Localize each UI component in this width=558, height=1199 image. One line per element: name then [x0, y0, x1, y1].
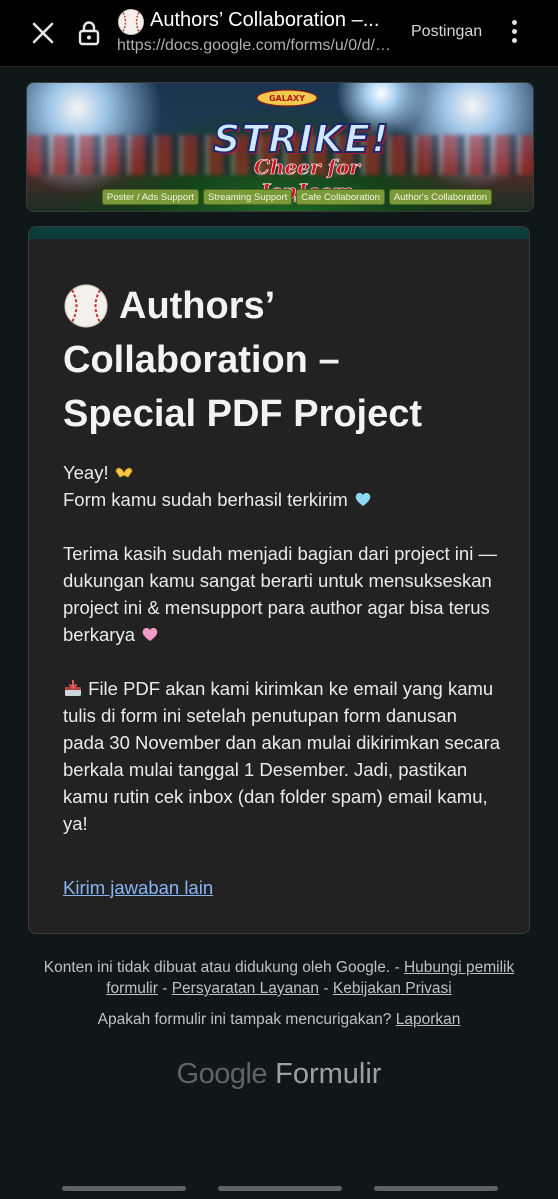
banner-tab-poster: Poster / Ads Support	[101, 189, 200, 205]
submit-another-response-link[interactable]: Kirim jawaban lain	[63, 877, 213, 899]
close-icon[interactable]	[30, 20, 56, 46]
light-blue-heart-icon	[355, 492, 371, 506]
browser-toolbar: Authors’ Collaboration –... https://docs…	[0, 0, 558, 67]
galaxy-logo: GALAXY	[256, 89, 318, 107]
system-navigation-bar	[0, 1180, 558, 1199]
privacy-policy-link[interactable]: Kebijakan Privasi	[333, 980, 452, 997]
svg-text:GALAXY: GALAXY	[269, 94, 305, 103]
terms-of-service-link[interactable]: Persyaratan Layanan	[172, 980, 319, 997]
inbox-tray-icon	[65, 680, 81, 696]
form-title-line2: Collaboration –	[63, 339, 340, 381]
nav-home-handle[interactable]	[218, 1186, 342, 1191]
footer-disclaimer: Konten ini tidak dibuat atau didukung ol…	[43, 959, 515, 997]
banner-tab-cafe: Cafe Collaboration	[296, 189, 385, 205]
baseball-icon	[118, 9, 144, 35]
form-header-banner: GALAXY STRIKE! Cheer for JenJaem Poster …	[26, 82, 534, 212]
url-bar[interactable]: https://docs.google.com/forms/u/0/d/e...	[117, 37, 397, 55]
report-link[interactable]: Laporkan	[396, 1011, 461, 1028]
form-title-line1: Authors’	[119, 285, 276, 327]
banner-tab-list: Poster / Ads Support Streaming Support C…	[87, 189, 507, 205]
banner-tab-streaming: Streaming Support	[203, 189, 293, 205]
greeting-text: Yeay!	[63, 462, 109, 483]
page-title: Authors’ Collaboration –...	[150, 9, 380, 31]
confirmation-card: Authors’ Collaboration – Special PDF Pro…	[28, 226, 530, 934]
heart-hands-icon	[115, 467, 133, 478]
pink-heart-icon	[142, 627, 158, 641]
nav-back-handle[interactable]	[62, 1186, 186, 1191]
more-options-icon[interactable]	[504, 20, 524, 48]
pdf-info-text: File PDF akan kami kirimkan ke email yan…	[63, 678, 501, 834]
google-wordmark: Google	[176, 1058, 268, 1090]
submitted-text: Form kamu sudah berhasil terkirim	[63, 489, 348, 510]
report-row: Apakah formulir ini tampak mencurigakan?…	[40, 1011, 518, 1029]
formulir-wordmark: Formulir	[275, 1058, 382, 1090]
card-accent-bar	[29, 227, 529, 239]
form-title: Authors’ Collaboration – Special PDF Pro…	[63, 279, 503, 441]
thank-you-text: Terima kasih sudah menjadi bagian dari p…	[63, 543, 497, 645]
google-forms-logo[interactable]: Google Formulir	[0, 1058, 558, 1091]
banner-tab-authors: Author's Collaboration	[388, 189, 493, 205]
lock-icon[interactable]	[77, 20, 101, 46]
nav-recents-handle[interactable]	[374, 1186, 498, 1191]
form-title-line3: Special PDF Project	[63, 393, 423, 435]
share-button[interactable]: Postingan	[411, 23, 482, 41]
suspicious-text: Apakah formulir ini tampak mencurigakan?	[97, 1011, 392, 1028]
disclaimer-text: Konten ini tidak dibuat atau didukung ol…	[43, 959, 400, 976]
confirmation-message: Yeay! Form kamu sudah berhasil terkirim …	[63, 459, 503, 864]
